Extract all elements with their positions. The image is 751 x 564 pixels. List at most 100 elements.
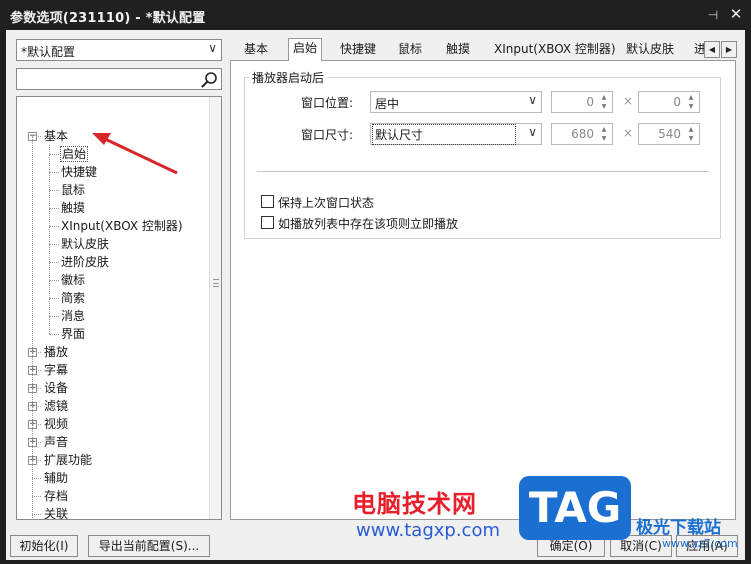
- window-width-value: 680: [571, 127, 594, 141]
- export-config-button[interactable]: 导出当前配置(S)...: [88, 535, 210, 557]
- tree-connector: [49, 280, 59, 281]
- tree-item-label: 简索: [61, 291, 86, 305]
- search-input[interactable]: [16, 68, 222, 90]
- stepper-up-icon[interactable]: ▲: [597, 125, 611, 134]
- times-sign: ×: [623, 94, 634, 108]
- keep-window-state-checkbox[interactable]: [261, 195, 274, 208]
- window-x-stepper[interactable]: 0 ▲ ▼: [551, 91, 613, 113]
- watermark-site-name: 电脑技术网: [352, 490, 477, 518]
- chevron-down-icon: ∨: [208, 41, 217, 55]
- tree-scrollbar[interactable]: [209, 97, 221, 519]
- tree-item[interactable]: 视频: [44, 415, 68, 433]
- tree-item[interactable]: 启始: [59, 145, 89, 163]
- tree-item-label: 辅助: [44, 471, 69, 485]
- tree-item-label: 滤镜: [44, 399, 69, 413]
- tree-item-label: 触摸: [61, 201, 86, 215]
- settings-tree[interactable]: 基本 − 启始 快捷键 鼠标 触摸 XInput(XBOX 控制器) 默认皮肤 进阶皮肤 徽标 简索…: [16, 96, 222, 520]
- tree-item-label: 字幕: [44, 363, 69, 377]
- tree-connector: [32, 136, 33, 519]
- watermark-site-url: www.tagxp.com: [356, 520, 500, 541]
- window-y-stepper[interactable]: 0 ▲ ▼: [638, 91, 700, 113]
- window-size-label: 窗口尺寸:: [301, 128, 354, 142]
- window-x-value: 0: [586, 95, 594, 109]
- tab-scroll-right-icon[interactable]: ▶: [721, 41, 737, 58]
- window-height-stepper[interactable]: 540 ▲ ▼: [638, 123, 700, 145]
- startup-group: 窗口位置: 居中 ∨ 0 ▲ ▼ × 0 ▲ ▼ 窗口尺寸: 默认尺寸 ∨ 680 …: [244, 77, 721, 239]
- profile-select[interactable]: *默认配置 ∨: [16, 39, 222, 61]
- play-if-in-list-label[interactable]: 如播放列表中存在该项则立即播放: [278, 215, 458, 232]
- tree-item[interactable]: 声音: [44, 433, 68, 451]
- chevron-down-icon: ∨: [528, 93, 537, 107]
- tree-item[interactable]: 快捷键: [61, 163, 97, 181]
- tree-item[interactable]: 设备: [44, 379, 68, 397]
- tree-item-label: 声音: [44, 435, 69, 449]
- window-title: 参数选项(231110) - *默认配置: [10, 11, 206, 26]
- keep-window-state-label[interactable]: 保持上次窗口状态: [278, 194, 374, 211]
- window-width-stepper[interactable]: 680 ▲ ▼: [551, 123, 613, 145]
- title-bar: 参数选项(231110) - *默认配置 ⊣ ✕: [0, 0, 751, 30]
- tab-item[interactable]: 启始: [288, 38, 323, 61]
- pin-icon[interactable]: ⊣: [706, 8, 720, 22]
- tree-item[interactable]: 徽标: [61, 271, 85, 289]
- stepper-down-icon[interactable]: ▼: [597, 102, 611, 111]
- stepper-down-icon[interactable]: ▼: [684, 134, 698, 143]
- tree-item-label: 设备: [44, 381, 69, 395]
- tree-item[interactable]: 鼠标: [61, 181, 85, 199]
- search-icon[interactable]: [200, 71, 218, 88]
- window-position-select[interactable]: 居中 ∨: [370, 91, 542, 113]
- window-size-select[interactable]: 默认尺寸 ∨: [370, 123, 542, 145]
- times-sign: ×: [623, 126, 634, 140]
- tree-item[interactable]: 界面: [61, 325, 85, 343]
- tree-item-label: 扩展功能: [44, 453, 93, 467]
- tree-item[interactable]: XInput(XBOX 控制器): [61, 217, 183, 235]
- chevron-down-icon: ∨: [528, 125, 537, 139]
- window-height-value: 540: [658, 127, 681, 141]
- tree-connector: [49, 145, 50, 334]
- tree-item[interactable]: 基本: [44, 127, 68, 145]
- tree-connector: [49, 298, 59, 299]
- tree-item[interactable]: 消息: [61, 307, 85, 325]
- stepper-up-icon[interactable]: ▲: [597, 93, 611, 102]
- tab-scroll-left-icon[interactable]: ◀: [704, 41, 720, 58]
- tree-item[interactable]: 默认皮肤: [61, 235, 109, 253]
- tree-item[interactable]: 简索: [61, 289, 85, 307]
- tree-item-label: 存档: [44, 489, 69, 503]
- tree-connector: [49, 316, 59, 317]
- tab-item[interactable]: 鼠标: [394, 40, 426, 60]
- scroll-grip-icon[interactable]: [213, 279, 219, 287]
- watermark-logo: TAG: [519, 476, 631, 540]
- tree-item[interactable]: 字幕: [44, 361, 68, 379]
- tree-connector: [49, 172, 59, 173]
- tree-item[interactable]: 存档: [44, 487, 68, 505]
- play-if-in-list-checkbox[interactable]: [261, 216, 274, 229]
- tree-item[interactable]: 播放: [44, 343, 68, 361]
- tree-item-label: 播放: [44, 345, 69, 359]
- tree-item-label: 界面: [61, 327, 86, 341]
- tree-connector: [49, 226, 59, 227]
- tree-item[interactable]: 辅助: [44, 469, 68, 487]
- close-icon[interactable]: ✕: [728, 6, 744, 22]
- tree-item[interactable]: 进阶皮肤: [61, 253, 109, 271]
- stepper-down-icon[interactable]: ▼: [684, 102, 698, 111]
- reset-button[interactable]: 初始化(I): [10, 535, 78, 557]
- tab-item[interactable]: 默认皮肤: [622, 40, 678, 60]
- stepper-up-icon[interactable]: ▲: [684, 93, 698, 102]
- tree-item[interactable]: 触摸: [61, 199, 85, 217]
- stepper-up-icon[interactable]: ▲: [684, 125, 698, 134]
- tab-item[interactable]: 触摸: [442, 40, 474, 60]
- settings-panel: 窗口位置: 居中 ∨ 0 ▲ ▼ × 0 ▲ ▼ 窗口尺寸: 默认尺寸 ∨ 680 …: [230, 60, 736, 520]
- tab-item[interactable]: XInput(XBOX 控制器): [490, 40, 620, 60]
- tree-connector: [32, 478, 41, 479]
- tree-item-label: XInput(XBOX 控制器): [61, 219, 183, 233]
- tree-connector: [32, 496, 41, 497]
- tab-item[interactable]: 基本: [240, 40, 272, 60]
- tree-item[interactable]: 扩展功能: [44, 451, 92, 469]
- stepper-down-icon[interactable]: ▼: [597, 134, 611, 143]
- watermark-jg-name: 极光下载站: [636, 518, 721, 538]
- tree-item[interactable]: 关联: [44, 505, 68, 519]
- window-position-label: 窗口位置:: [301, 96, 354, 110]
- tree-item[interactable]: 滤镜: [44, 397, 68, 415]
- group-divider: [257, 171, 709, 172]
- tab-item[interactable]: 快捷键: [336, 40, 380, 60]
- profile-select-value: *默认配置: [21, 45, 76, 59]
